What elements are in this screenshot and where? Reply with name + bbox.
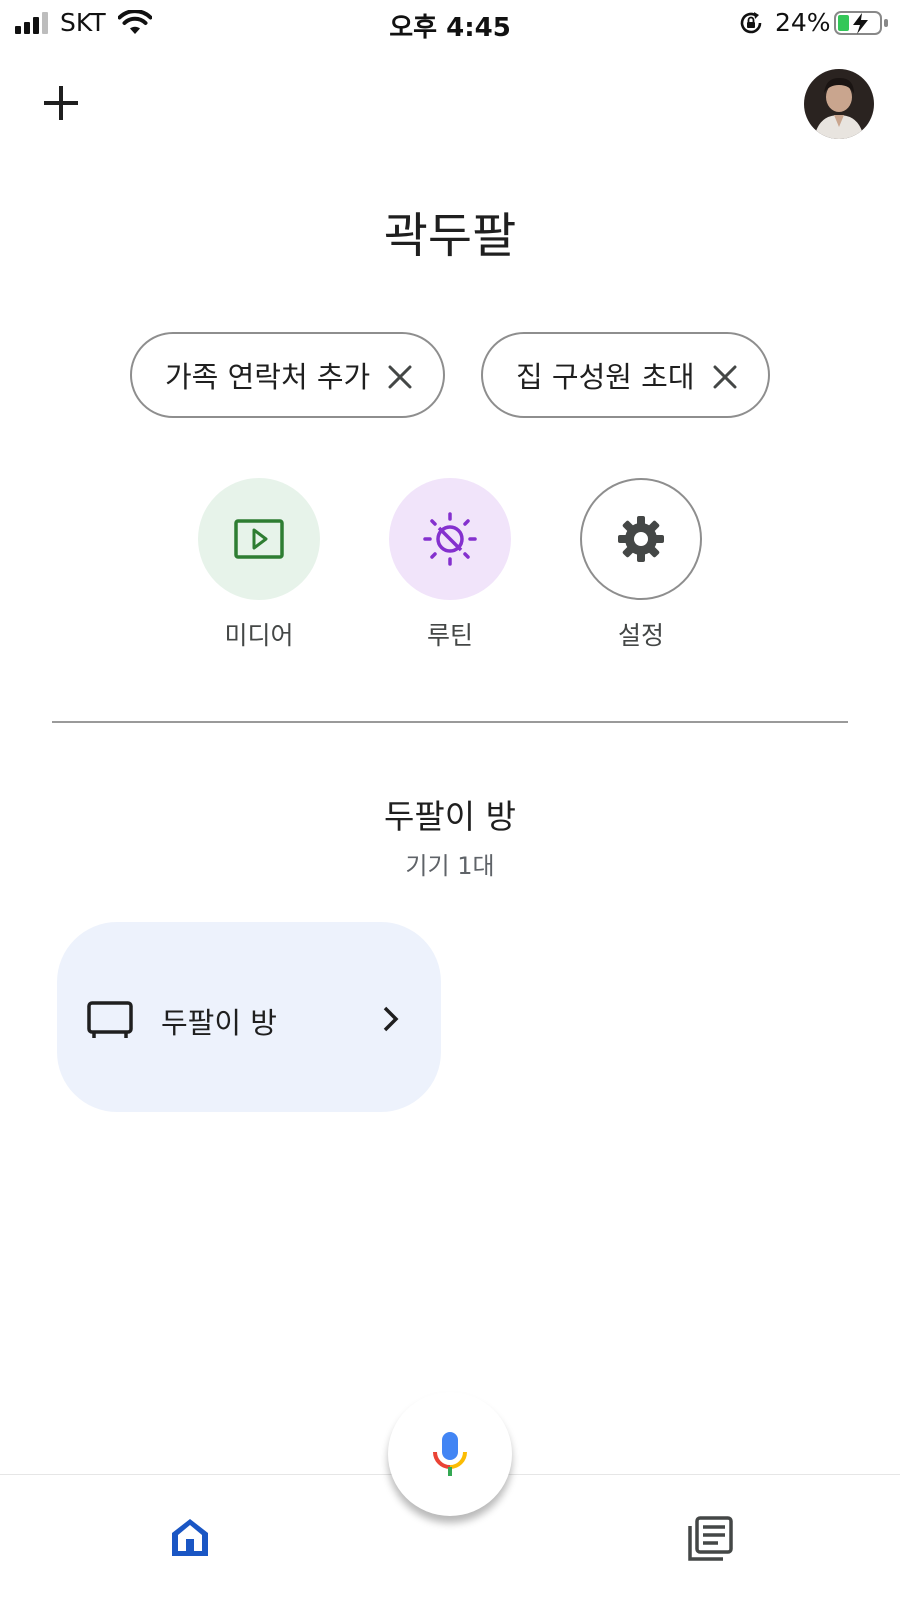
room-title: 두팔이 방 [384, 797, 516, 836]
battery-percent: 24% [775, 8, 831, 37]
action-label: 미디어 [224, 621, 294, 650]
media-play-icon [234, 519, 284, 559]
rotation-lock-icon [740, 12, 762, 34]
chip-label: 가족 연락처 추가 [165, 360, 371, 394]
settings-button[interactable] [580, 478, 702, 600]
action-routine[interactable]: 루틴 [389, 478, 513, 652]
status-time: 오후 4:45 [389, 13, 511, 43]
action-label: 루틴 [426, 621, 473, 650]
battery-charging-icon [834, 11, 888, 35]
plus-icon[interactable] [38, 80, 84, 126]
status-bar: SKT 오후 4:45 24% [0, 0, 900, 46]
home-icon[interactable] [168, 1515, 212, 1559]
device-name: 두팔이 방 [161, 1006, 277, 1040]
chip-label: 집 구성원 초대 [516, 360, 695, 394]
close-icon[interactable] [385, 362, 415, 392]
routine-sun-icon [423, 512, 477, 566]
profile-avatar[interactable] [804, 69, 874, 139]
feed-icon[interactable] [686, 1515, 734, 1563]
section-divider [52, 721, 848, 723]
action-media[interactable]: 미디어 [198, 478, 322, 652]
chip-add-family-contacts[interactable]: 가족 연락처 추가 [130, 332, 445, 418]
action-label: 설정 [617, 621, 664, 650]
gear-icon [618, 516, 664, 562]
media-button[interactable] [198, 478, 320, 600]
device-card[interactable]: 두팔이 방 [57, 922, 441, 1112]
chip-invite-home-member[interactable]: 집 구성원 초대 [481, 332, 770, 418]
action-settings[interactable]: 설정 [580, 478, 704, 652]
home-title: 곽두팔 [383, 208, 517, 264]
close-icon[interactable] [710, 362, 740, 392]
routine-button[interactable] [389, 478, 511, 600]
tv-icon [87, 1001, 133, 1038]
assistant-mic-button[interactable] [388, 1392, 512, 1516]
chevron-right-icon [383, 1006, 399, 1032]
room-device-count: 기기 1대 [405, 852, 495, 880]
google-mic-icon [433, 1432, 467, 1476]
